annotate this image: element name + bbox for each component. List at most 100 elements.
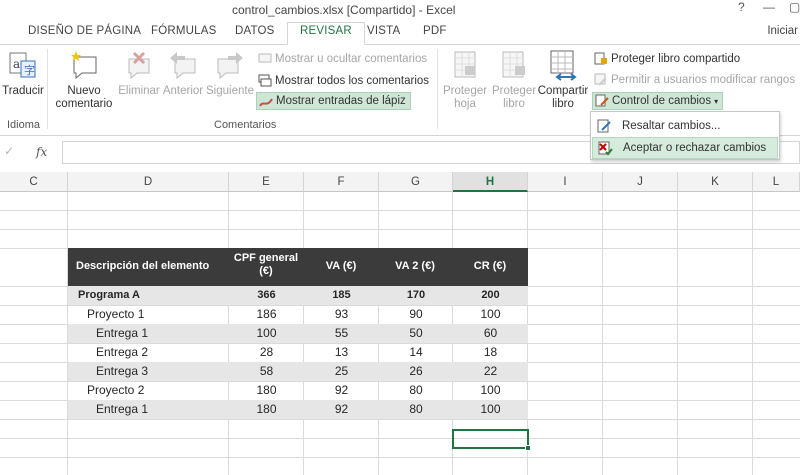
table-cell[interactable]: 186 [229, 305, 304, 324]
restore-button[interactable]: ▢ [789, 0, 800, 14]
table-cell[interactable]: 28 [229, 343, 304, 362]
translate-icon: a 字 [9, 52, 36, 78]
minimize-button[interactable]: — [763, 0, 775, 14]
insert-function-button[interactable]: fx [36, 145, 47, 159]
next-comment-label: Siguiente [206, 85, 254, 97]
table-cell[interactable]: 18 [453, 343, 528, 362]
header-va[interactable]: VA (€) [304, 260, 378, 273]
grid-line [0, 457, 800, 458]
tab-revisar[interactable]: REVISAR [287, 22, 365, 45]
table-cell[interactable]: 100 [453, 381, 528, 400]
table-cell[interactable]: 25 [304, 362, 379, 381]
row-label[interactable]: Entrega 1 [96, 324, 148, 343]
column-header-c[interactable]: C [0, 172, 68, 192]
show-hide-comment-button[interactable]: Mostrar u ocultar comentarios [256, 50, 431, 68]
table-cell[interactable]: 366 [229, 286, 304, 305]
next-comment-button[interactable]: Siguiente [205, 49, 255, 98]
table-cell[interactable]: 22 [453, 362, 528, 381]
delete-comment-label: Eliminar [118, 85, 160, 97]
table-cell[interactable]: 55 [304, 324, 379, 343]
protect-shared-button[interactable]: Proteger libro compartido [592, 50, 744, 68]
table-cell[interactable]: 80 [379, 400, 453, 419]
column-header-j[interactable]: J [603, 172, 678, 192]
show-ink-button[interactable]: Mostrar entradas de lápiz [256, 92, 411, 110]
table-cell[interactable]: 170 [379, 286, 453, 305]
active-cell-selection[interactable] [452, 429, 531, 451]
title-bar: control_cambios.xlsx [Compartido] - Exce… [0, 0, 800, 22]
translate-button[interactable]: a 字 Traducir [2, 49, 44, 98]
table-cell[interactable]: 50 [379, 324, 453, 343]
row-label[interactable]: Entrega 1 [96, 400, 148, 419]
share-workbook-button[interactable]: Compartir libro [537, 49, 589, 111]
column-header-k[interactable]: K [678, 172, 753, 192]
show-ink-label: Mostrar entradas de lápiz [276, 95, 406, 107]
table-cell[interactable]: 100 [453, 305, 528, 324]
header-va2[interactable]: VA 2 (€) [378, 260, 452, 273]
sign-in-link[interactable]: Iniciar [767, 25, 798, 37]
table-cell[interactable]: 58 [229, 362, 304, 381]
row-label[interactable]: Programa A [78, 286, 140, 305]
check-icon[interactable]: ✓ [4, 144, 14, 158]
help-button[interactable]: ? [738, 0, 745, 14]
protect-workbook-button[interactable]: Proteger libro [489, 49, 539, 111]
allow-edit-ranges-button[interactable]: Permitir a usuarios modificar rangos [592, 71, 799, 89]
menu-item-highlight-changes[interactable]: Resaltar cambios... [592, 115, 778, 137]
highlight-changes-icon [597, 119, 611, 133]
worksheet-grid[interactable]: C D E F G H I J K L Descripción del elem… [0, 172, 800, 475]
tab-formulas[interactable]: FÓRMULAS [151, 25, 217, 37]
table-cell[interactable]: 180 [229, 400, 304, 419]
show-all-comments-button[interactable]: Mostrar todos los comentarios [256, 72, 433, 90]
previous-comment-button[interactable]: Anterior [162, 49, 204, 98]
row-label[interactable]: Proyecto 1 [87, 305, 144, 324]
column-header-d[interactable]: D [68, 172, 229, 192]
share-workbook-icon [550, 50, 577, 81]
menu-item-accept-reject[interactable]: Aceptar o rechazar cambios [592, 137, 778, 159]
new-comment-icon [71, 51, 97, 80]
row-label[interactable]: Proyecto 2 [87, 381, 144, 400]
grid-line [0, 419, 800, 420]
table-cell[interactable]: 60 [453, 324, 528, 343]
table-cell[interactable]: 180 [229, 381, 304, 400]
delete-comment-button[interactable]: Eliminar [116, 49, 162, 98]
table-cell[interactable]: 92 [304, 400, 379, 419]
table-cell[interactable]: 93 [304, 305, 379, 324]
new-comment-button[interactable]: Nuevo comentario [52, 49, 116, 111]
header-cpf[interactable]: CPF general (€) [230, 252, 302, 278]
comments-icon [258, 74, 272, 87]
share-workbook-label-1: Compartir [537, 85, 589, 97]
table-cell[interactable]: 80 [379, 381, 453, 400]
protect-shared-icon [594, 52, 607, 65]
tab-pdf[interactable]: PDF [423, 25, 447, 37]
share-workbook-label-2: libro [552, 98, 574, 110]
table-cell[interactable]: 100 [229, 324, 304, 343]
table-cell[interactable]: 100 [453, 400, 528, 419]
header-descripcion[interactable]: Descripción del elemento [76, 260, 216, 273]
svg-text:字: 字 [24, 63, 35, 77]
track-changes-label: Control de cambios [612, 95, 712, 107]
delete-comment-icon [128, 51, 150, 80]
table-cell[interactable]: 26 [379, 362, 453, 381]
header-cr[interactable]: CR (€) [453, 260, 527, 273]
table-cell[interactable]: 14 [379, 343, 453, 362]
row-label[interactable]: Entrega 3 [96, 362, 148, 381]
column-header-g[interactable]: G [379, 172, 453, 192]
table-cell[interactable]: 185 [304, 286, 379, 305]
column-header-l[interactable]: L [753, 172, 800, 192]
tab-diseno-pagina[interactable]: DISEÑO DE PÁGINA [28, 25, 141, 37]
row-label[interactable]: Entrega 2 [96, 343, 148, 362]
protect-sheet-button[interactable]: Proteger hoja [440, 49, 490, 111]
track-changes-icon [595, 94, 609, 107]
table-cell[interactable]: 92 [304, 381, 379, 400]
track-changes-button[interactable]: Control de cambios ▾ [592, 92, 724, 110]
table-cell[interactable]: 90 [379, 305, 453, 324]
fill-handle[interactable] [525, 445, 531, 451]
window-title: control_cambios.xlsx [Compartido] - Exce… [232, 3, 456, 17]
column-header-i[interactable]: I [528, 172, 603, 192]
column-header-e[interactable]: E [229, 172, 304, 192]
tab-vista[interactable]: VISTA [367, 25, 400, 37]
tab-datos[interactable]: DATOS [235, 25, 275, 37]
table-cell[interactable]: 13 [304, 343, 379, 362]
column-header-f[interactable]: F [304, 172, 379, 192]
table-cell[interactable]: 200 [453, 286, 528, 305]
column-header-h[interactable]: H [453, 172, 528, 192]
